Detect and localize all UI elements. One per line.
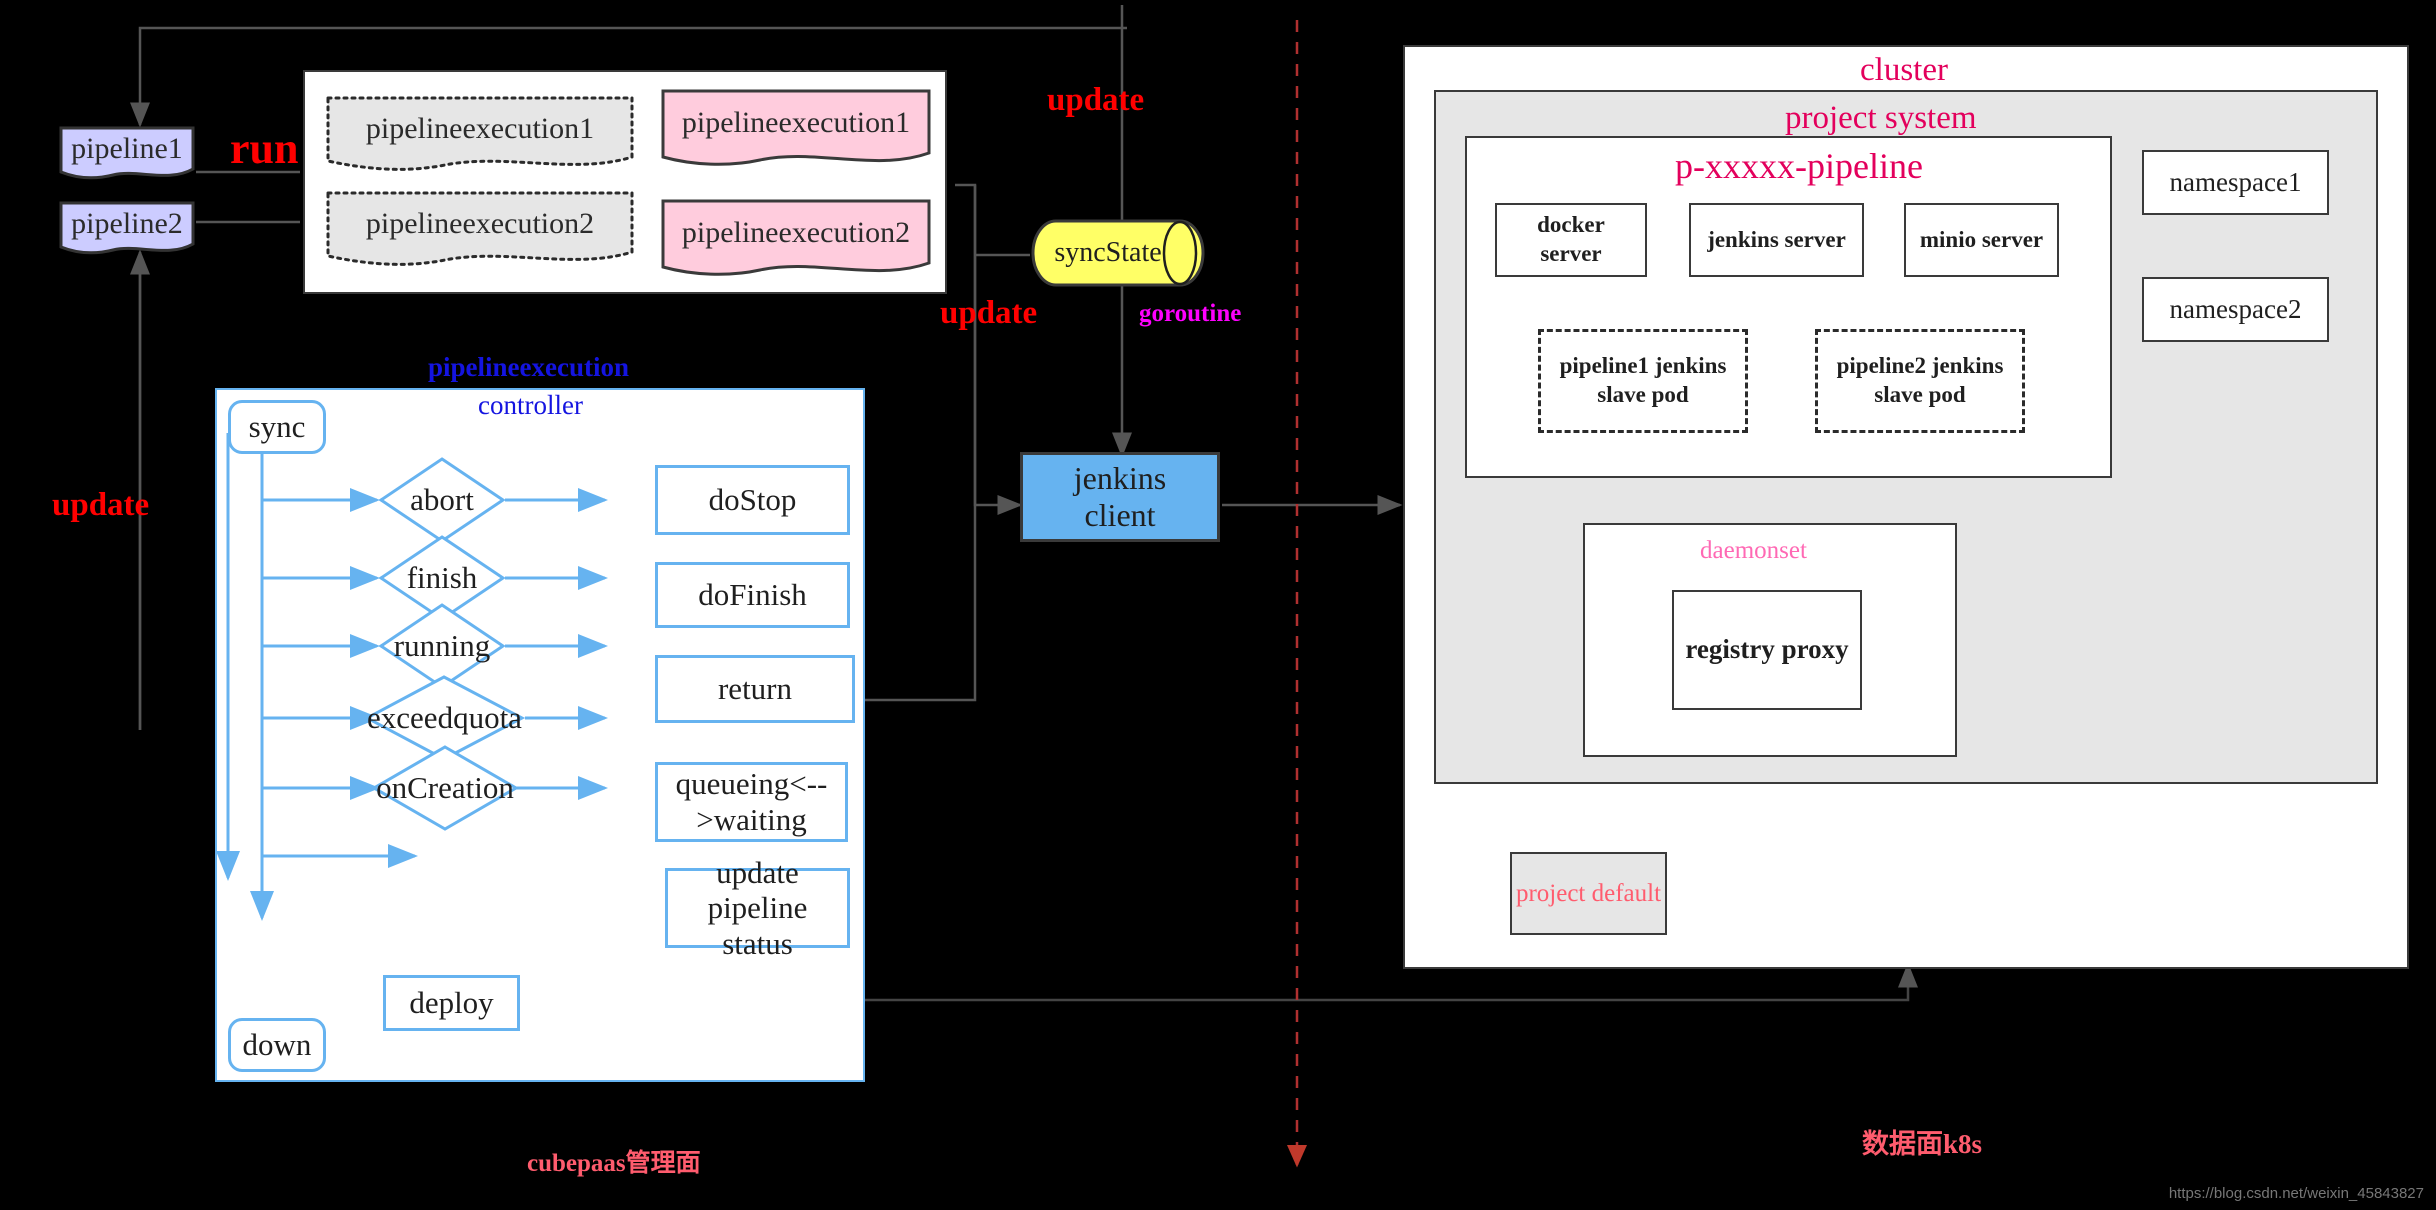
jenkins-client-line2: client bbox=[1084, 497, 1156, 533]
pipeline2-slave-pod-label: pipeline2 jenkins slave pod bbox=[1836, 353, 2004, 407]
pipelineexecution1-gray-node: pipelineexecution1 bbox=[325, 95, 635, 175]
update-label-middle: update bbox=[940, 295, 1038, 331]
down-node[interactable]: down bbox=[228, 1018, 326, 1072]
action-update-pipeline-status-label: update pipeline status bbox=[707, 854, 808, 961]
minio-server-label: minio server bbox=[1919, 226, 2044, 252]
action-update-pipeline-status[interactable]: update pipeline status bbox=[665, 855, 850, 961]
pipeline2-label: pipeline2 bbox=[71, 207, 183, 240]
action-dofinish-label: doFinish bbox=[698, 577, 807, 613]
sync-state-label: syncState bbox=[1054, 237, 1162, 268]
pipelineexecution1-pink-label: pipelineexecution1 bbox=[681, 106, 911, 139]
jenkins-client-line1: jenkins bbox=[1073, 460, 1167, 496]
sync-node-label: sync bbox=[248, 409, 306, 444]
docker-server-label: docker server bbox=[1537, 212, 1605, 266]
action-dofinish[interactable]: doFinish bbox=[655, 562, 850, 628]
daemonset-title: daemonset bbox=[1700, 537, 1807, 564]
docker-server-box[interactable]: docker server bbox=[1495, 203, 1647, 277]
project-default-box[interactable]: project default bbox=[1510, 852, 1667, 935]
condition-oncreation[interactable]: onCreation bbox=[370, 743, 520, 833]
pipelineexecution1-pink-node: pipelineexecution1 bbox=[660, 88, 932, 172]
cluster-title: cluster bbox=[1860, 52, 1948, 88]
controller-title-line1: pipelineexecution bbox=[428, 352, 629, 382]
pipeline-namespace-title: p-xxxxx-pipeline bbox=[1675, 146, 1923, 186]
action-return-label: return bbox=[717, 671, 793, 707]
pipeline1-node: pipeline1 bbox=[58, 125, 196, 183]
jenkins-server-box[interactable]: jenkins server bbox=[1689, 203, 1864, 277]
namespace1-box[interactable]: namespace1 bbox=[2142, 150, 2329, 215]
minio-server-box[interactable]: minio server bbox=[1904, 203, 2059, 277]
pipeline1-slave-pod-label: pipeline1 jenkins slave pod bbox=[1559, 353, 1727, 407]
sync-node[interactable]: sync bbox=[228, 400, 326, 454]
footer-right-label: 数据面k8s bbox=[1862, 1129, 1983, 1159]
jenkins-client-box[interactable]: jenkins client bbox=[1020, 452, 1220, 542]
pipelineexecution2-pink-label: pipelineexecution2 bbox=[681, 216, 911, 249]
diagram-canvas: pipeline1 pipeline2 run pipelineexecutio… bbox=[0, 0, 2436, 1210]
sync-state-node: syncState bbox=[1030, 218, 1208, 288]
namespace1-label: namespace1 bbox=[2169, 167, 2302, 197]
footer-left-label: cubepaas管理面 bbox=[527, 1150, 701, 1177]
registry-proxy-box[interactable]: registry proxy bbox=[1672, 590, 1862, 710]
action-dostop-label: doStop bbox=[708, 482, 797, 518]
pipelineexecution2-gray-node: pipelineexecution2 bbox=[325, 190, 635, 270]
action-queueing-waiting-label: queueing<-->waiting bbox=[675, 766, 828, 837]
pipelineexecution2-gray-label: pipelineexecution2 bbox=[365, 207, 595, 240]
condition-abort[interactable]: abort bbox=[377, 455, 507, 545]
deploy-box[interactable]: deploy bbox=[383, 975, 520, 1031]
pipeline1-slave-pod[interactable]: pipeline1 jenkins slave pod bbox=[1538, 329, 1748, 433]
action-return[interactable]: return bbox=[655, 655, 855, 723]
project-default-label: project default bbox=[1515, 879, 1662, 907]
update-label-top: update bbox=[1047, 82, 1145, 118]
action-queueing-waiting[interactable]: queueing<-->waiting bbox=[655, 762, 848, 842]
action-dostop[interactable]: doStop bbox=[655, 465, 850, 535]
registry-proxy-label: registry proxy bbox=[1685, 634, 1849, 665]
run-label: run bbox=[230, 124, 299, 173]
down-node-label: down bbox=[242, 1027, 312, 1062]
update-label-left: update bbox=[52, 487, 150, 523]
pipelineexecution1-gray-label: pipelineexecution1 bbox=[365, 112, 595, 145]
pipeline1-label: pipeline1 bbox=[71, 132, 183, 165]
watermark-label: https://blog.csdn.net/weixin_45843827 bbox=[2168, 1185, 2424, 1202]
pipeline2-node: pipeline2 bbox=[58, 200, 196, 258]
goroutine-label: goroutine bbox=[1139, 300, 1242, 327]
condition-oncreation-label: onCreation bbox=[376, 770, 514, 805]
namespace2-box[interactable]: namespace2 bbox=[2142, 277, 2329, 342]
condition-abort-label: abort bbox=[410, 482, 474, 517]
namespace2-label: namespace2 bbox=[2169, 294, 2302, 324]
deploy-box-label: deploy bbox=[409, 985, 494, 1021]
project-system-title: project system bbox=[1785, 100, 1977, 136]
jenkins-server-label: jenkins server bbox=[1707, 226, 1846, 252]
pipeline2-slave-pod[interactable]: pipeline2 jenkins slave pod bbox=[1815, 329, 2025, 433]
pipelineexecution2-pink-node: pipelineexecution2 bbox=[660, 198, 932, 282]
